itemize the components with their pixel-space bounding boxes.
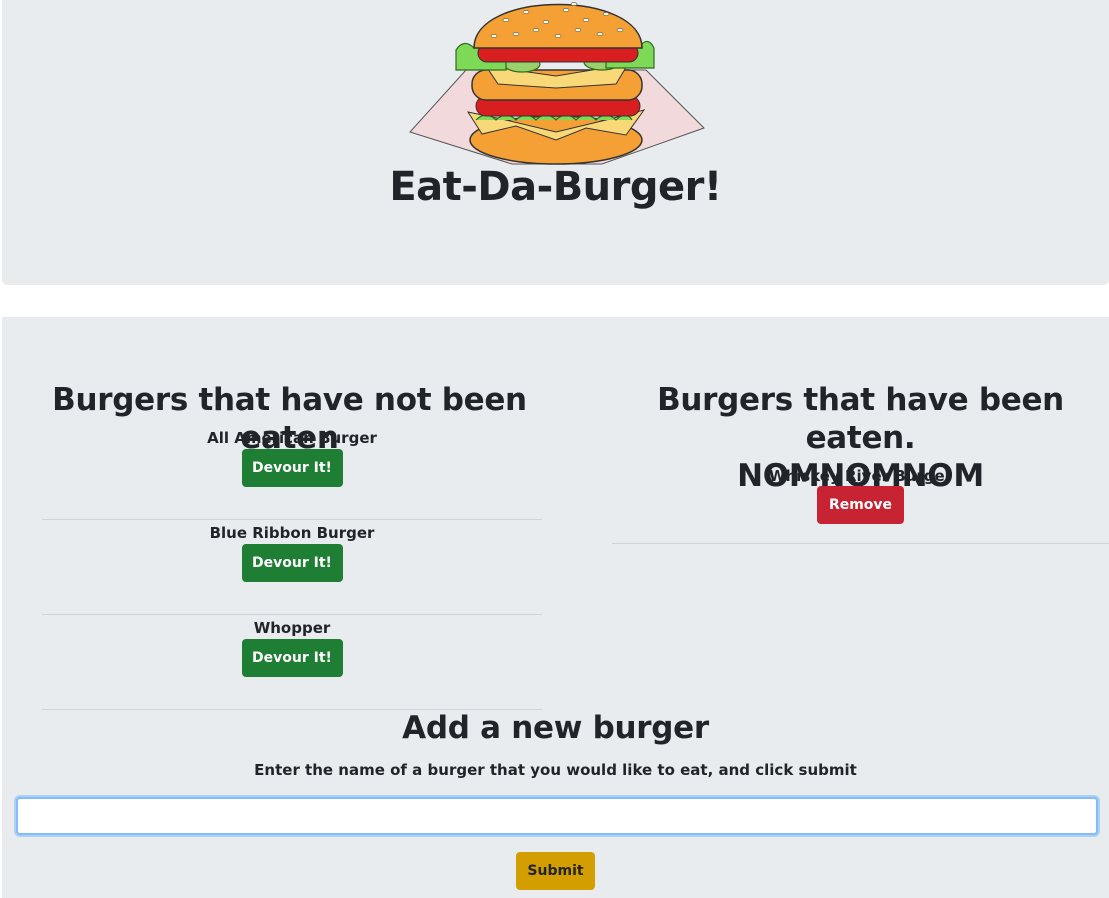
devour-button[interactable]: Devour It! xyxy=(241,544,343,582)
burger-name: All American Burger xyxy=(207,429,377,447)
submit-button[interactable]: Submit xyxy=(516,852,595,890)
devour-button[interactable]: Devour It! xyxy=(241,449,343,487)
divider xyxy=(612,543,1109,544)
eaten-list: Whiskey River Burger Remove xyxy=(612,463,1109,544)
list-item: Whopper Devour It! xyxy=(42,615,542,710)
burger-board: Burgers that have not been eaten All Ame… xyxy=(2,317,1109,898)
uneaten-list: All American Burger Devour It! Blue Ribb… xyxy=(42,425,542,710)
burger-name-input[interactable] xyxy=(16,797,1098,835)
add-burger-heading: Add a new burger xyxy=(402,710,709,746)
page-title: Eat-Da-Burger! xyxy=(389,164,722,210)
remove-button[interactable]: Remove xyxy=(817,486,904,524)
burger-icon xyxy=(409,2,705,165)
list-item: Blue Ribbon Burger Devour It! xyxy=(42,520,542,615)
list-item: Whiskey River Burger Remove xyxy=(612,463,1109,544)
burger-name: Whiskey River Burger xyxy=(768,467,953,485)
burger-name: Whopper xyxy=(253,619,331,637)
list-item: All American Burger Devour It! xyxy=(42,425,542,520)
uneaten-column: Burgers that have not been eaten All Ame… xyxy=(2,381,577,710)
eaten-heading-line1: Burgers that have been eaten. xyxy=(657,382,1064,456)
submit-wrap: Submit xyxy=(2,852,1109,890)
burger-name: Blue Ribbon Burger xyxy=(209,524,375,542)
eaten-column: Burgers that have been eaten. NOMNOMNOM … xyxy=(612,381,1109,544)
devour-button[interactable]: Devour It! xyxy=(241,639,343,677)
add-burger-hint: Enter the name of a burger that you woul… xyxy=(254,761,857,779)
header-jumbotron: Eat-Da-Burger! xyxy=(2,0,1109,285)
